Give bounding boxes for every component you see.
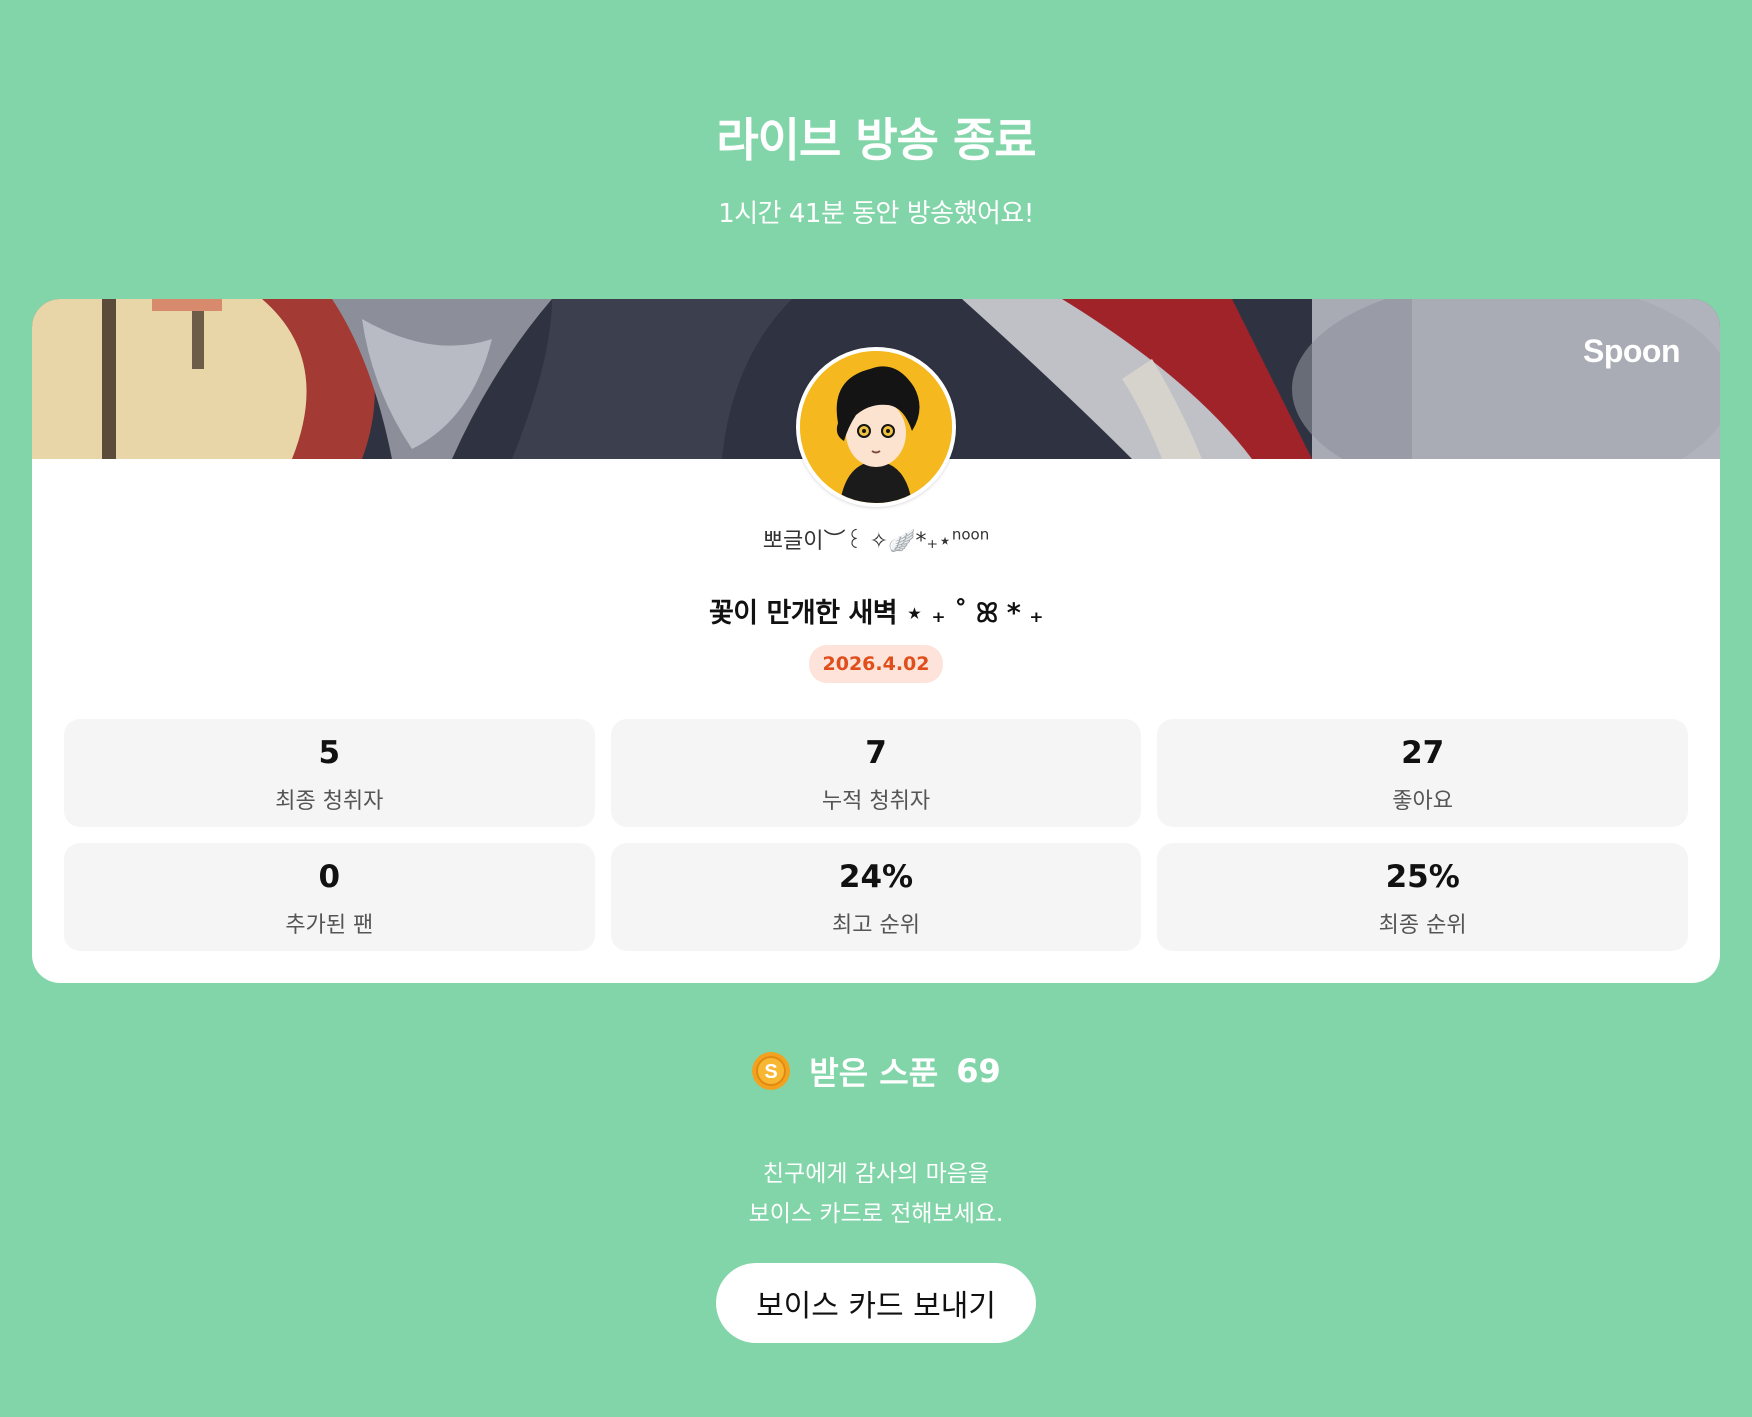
thanks-message: 친구에게 감사의 마음을 보이스 카드로 전해보세요. xyxy=(0,1154,1752,1234)
stat-value: 24% xyxy=(838,859,914,895)
nickname-suffix: noon xyxy=(951,525,990,544)
stat-label: 누적 청취자 xyxy=(821,789,931,814)
received-spoons: S 받은 스푼 69 xyxy=(0,1048,1752,1094)
streamer-nickname: 뽀글이︶꒰ ✧🪽*₊⋆noon xyxy=(32,523,1720,555)
send-voice-card-button[interactable]: 보이스 카드 보내기 xyxy=(716,1263,1036,1343)
stat-new-fans: 0 추가된 팬 xyxy=(64,843,595,951)
stats-grid: 5 최종 청취자 7 누적 청취자 27 좋아요 0 추가된 팬 24% 최고 … xyxy=(64,719,1688,951)
stat-value: 27 xyxy=(1401,735,1445,771)
live-title: 꽃이 만개한 새벽 ⋆ ₊ ˚ ꕤ * ₊ xyxy=(708,598,1044,629)
date-badge-wrap: 2026.4.02 xyxy=(32,645,1720,683)
live-end-screen: 라이브 방송 종료 1시간 41분 동안 방송했어요! Spoon 뽀글이︶꒰ … xyxy=(0,0,1752,1417)
stat-value: 0 xyxy=(318,859,341,895)
stat-label: 추가된 팬 xyxy=(285,913,374,938)
spoon-count: 69 xyxy=(956,1052,1001,1090)
broadcast-duration: 1시간 41분 동안 방송했어요! xyxy=(718,199,1034,229)
stat-final-rank: 25% 최종 순위 xyxy=(1157,843,1688,951)
stat-likes: 27 좋아요 xyxy=(1157,719,1688,827)
thanks-line-1: 친구에게 감사의 마음을 xyxy=(762,1161,990,1187)
stat-final-listeners: 5 최종 청취자 xyxy=(64,719,595,827)
coin-icon: S xyxy=(752,1052,791,1090)
broadcast-summary-card: Spoon 뽀글이︶꒰ ✧🪽*₊⋆noon 꽃이 만개한 새벽 ⋆ ₊ ˚ ꕤ … xyxy=(32,299,1720,983)
svg-text:S: S xyxy=(765,1061,778,1083)
stat-value: 5 xyxy=(318,735,341,771)
stat-label: 최고 순위 xyxy=(832,913,920,938)
stat-label: 최종 청취자 xyxy=(275,789,384,814)
page-title: 라이브 방송 종료 xyxy=(716,113,1036,167)
brand-logo: Spoon xyxy=(1582,333,1681,369)
nickname-text: 뽀글이︶꒰ ✧🪽*₊⋆ xyxy=(762,529,952,554)
stat-label: 최종 순위 xyxy=(1378,913,1467,938)
thanks-line-2: 보이스 카드로 전해보세요. xyxy=(748,1201,1004,1227)
stat-value: 7 xyxy=(865,735,887,771)
date-badge: 2026.4.02 xyxy=(808,645,944,683)
stat-label: 좋아요 xyxy=(1392,789,1454,814)
stat-value: 25% xyxy=(1385,859,1460,895)
avatar[interactable] xyxy=(796,347,956,507)
spoon-label: 받은 스푼 xyxy=(809,1054,939,1092)
stat-total-listeners: 7 누적 청취자 xyxy=(610,719,1142,827)
stat-best-rank: 24% 최고 순위 xyxy=(610,843,1142,951)
